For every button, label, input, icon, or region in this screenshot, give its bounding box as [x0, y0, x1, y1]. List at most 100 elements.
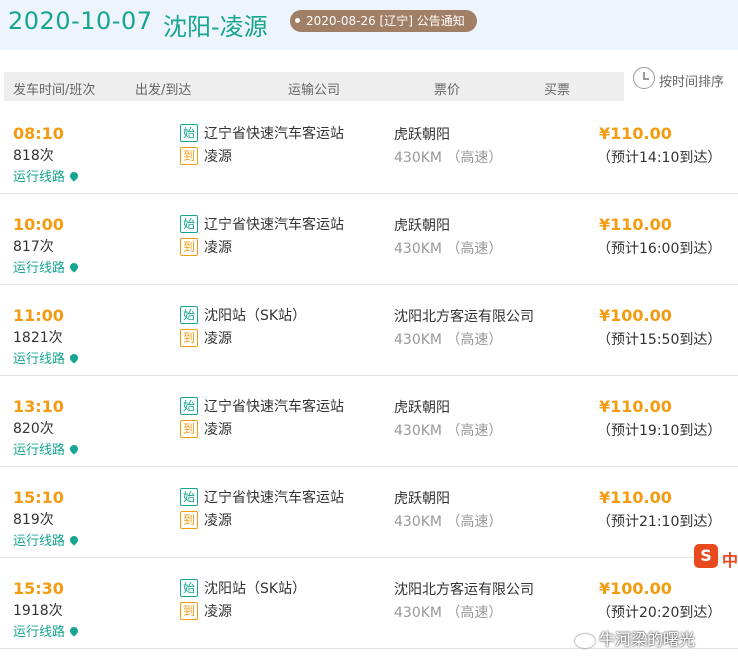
origin-station-name: 辽宁省快速汽车客运站 [204, 490, 344, 506]
origin-station: 始沈阳站（SK站） [180, 578, 306, 598]
route-title: 沈阳-凌源 [163, 13, 268, 41]
page-header: 2020-10-07 沈阳-凌源 2020-08-26 [辽宁] 公告通知 [0, 0, 738, 50]
origin-station: 始辽宁省快速汽车客运站 [180, 487, 344, 507]
location-pin-icon [68, 443, 80, 455]
destination-station: 到凌源 [180, 601, 232, 621]
destination-station: 到凌源 [180, 510, 232, 530]
destination-station-name: 凌源 [204, 149, 232, 165]
location-pin-icon [68, 534, 80, 546]
origin-station: 始沈阳站（SK站） [180, 305, 306, 325]
origin-station: 始辽宁省快速汽车客运站 [180, 396, 344, 416]
destination-station-name: 凌源 [204, 604, 232, 620]
estimated-arrival: （预计16:00到达） [597, 241, 722, 257]
destination-station: 到凌源 [180, 328, 232, 348]
ticket-price[interactable]: ¥100.00 [599, 306, 672, 325]
estimated-arrival: （预计19:10到达） [597, 423, 722, 439]
table-header: 发车时间/班次 出发/到达 运输公司 票价 买票 [4, 72, 624, 101]
start-tag: 始 [180, 215, 198, 233]
col-company-header: 运输公司 [288, 83, 341, 98]
distance: 430KM （高速） [394, 241, 503, 257]
ticket-price[interactable]: ¥110.00 [599, 215, 672, 234]
ime-language-indicator[interactable]: 中 [722, 547, 738, 571]
distance: 430KM （高速） [394, 423, 503, 439]
location-pin-icon [68, 625, 80, 637]
schedule-row[interactable]: 11:00 1821次 运行线路 始沈阳站（SK站） 到凌源 沈阳北方客运有限公司 430K… [0, 285, 738, 376]
estimated-arrival: （预计21:10到达） [597, 514, 722, 530]
end-tag: 到 [180, 420, 198, 438]
start-tag: 始 [180, 488, 198, 506]
route-link-label: 运行线路 [13, 625, 66, 640]
travel-date: 2020-10-07 [8, 7, 153, 35]
route-link-label: 运行线路 [13, 443, 66, 458]
origin-station-name: 辽宁省快速汽车客运站 [204, 217, 344, 233]
end-tag: 到 [180, 602, 198, 620]
trip-code: 1918次 [13, 603, 63, 619]
start-tag: 始 [180, 306, 198, 324]
departure-time: 15:10 [13, 488, 64, 507]
col-stations-header: 出发/到达 [135, 83, 192, 98]
destination-station: 到凌源 [180, 237, 232, 257]
destination-station: 到凌源 [180, 419, 232, 439]
origin-station-name: 沈阳站（SK站） [204, 308, 307, 324]
route-link-label: 运行线路 [13, 170, 66, 185]
route-link[interactable]: 运行线路 [13, 257, 80, 276]
schedule-row[interactable]: 15:10 819次 运行线路 始辽宁省快速汽车客运站到凌源 虎跃朝阳 430KM （高速… [0, 467, 738, 558]
trip-code: 820次 [13, 421, 54, 437]
schedule-row[interactable]: 10:00 817次 运行线路 始辽宁省快速汽车客运站到凌源 虎跃朝阳 430KM （高速… [0, 194, 738, 285]
route-link[interactable]: 运行线路 [13, 348, 80, 367]
ticket-price[interactable]: ¥100.00 [599, 579, 672, 598]
destination-station-name: 凌源 [204, 513, 232, 529]
wechat-icon [575, 633, 595, 648]
destination-station-name: 凌源 [204, 331, 232, 347]
start-tag: 始 [180, 579, 198, 597]
schedule-row[interactable]: 08:10 818次 运行线路 始辽宁省快速汽车客运站到凌源 虎跃朝阳 430KM （高速… [0, 103, 738, 194]
estimated-arrival: （预计14:10到达） [597, 150, 722, 166]
ticket-price[interactable]: ¥110.00 [599, 124, 672, 143]
ticket-price[interactable]: ¥110.00 [599, 397, 672, 416]
location-pin-icon [68, 170, 80, 182]
start-tag: 始 [180, 124, 198, 142]
transport-company: 沈阳北方客运有限公司 [394, 309, 534, 325]
col-buy-header: 买票 [544, 83, 571, 98]
transport-company: 虎跃朝阳 [394, 400, 450, 416]
destination-station-name: 凌源 [204, 240, 232, 256]
end-tag: 到 [180, 511, 198, 529]
distance: 430KM （高速） [394, 150, 503, 166]
route-link[interactable]: 运行线路 [13, 621, 80, 640]
origin-station-name: 沈阳站（SK站） [204, 581, 307, 597]
trip-code: 817次 [13, 239, 54, 255]
ticket-price[interactable]: ¥110.00 [599, 488, 672, 507]
departure-time: 15:30 [13, 579, 64, 598]
route-link[interactable]: 运行线路 [13, 439, 80, 458]
trip-code: 818次 [13, 148, 54, 164]
end-tag: 到 [180, 147, 198, 165]
route-link-label: 运行线路 [13, 352, 66, 367]
departure-time: 11:00 [13, 306, 64, 325]
route-link-label: 运行线路 [13, 534, 66, 549]
origin-station-name: 辽宁省快速汽车客运站 [204, 126, 344, 142]
schedule-row[interactable]: 13:10 820次 运行线路 始辽宁省快速汽车客运站到凌源 虎跃朝阳 430KM （高速… [0, 376, 738, 467]
location-pin-icon [68, 352, 80, 364]
distance: 430KM （高速） [394, 332, 503, 348]
ime-logo-icon[interactable]: S [694, 544, 718, 568]
notice-badge[interactable]: 2020-08-26 [辽宁] 公告通知 [290, 10, 477, 32]
clock-icon [633, 67, 655, 89]
route-link[interactable]: 运行线路 [13, 530, 80, 549]
route-link[interactable]: 运行线路 [13, 166, 80, 185]
estimated-arrival: （预计15:50到达） [597, 332, 722, 348]
sort-label: 按时间排序 [659, 75, 725, 90]
estimated-arrival: （预计20:20到达） [597, 605, 722, 621]
destination-station: 到凌源 [180, 146, 232, 166]
transport-company: 沈阳北方客运有限公司 [394, 582, 534, 598]
watermark: 牛河梁的曙光 [575, 626, 695, 650]
origin-station: 始辽宁省快速汽车客运站 [180, 214, 344, 234]
destination-station-name: 凌源 [204, 422, 232, 438]
distance: 430KM （高速） [394, 514, 503, 530]
transport-company: 虎跃朝阳 [394, 127, 450, 143]
departure-time: 08:10 [13, 124, 64, 143]
transport-company: 虎跃朝阳 [394, 491, 450, 507]
watermark-text: 牛河梁的曙光 [599, 630, 696, 649]
trip-code: 819次 [13, 512, 54, 528]
distance: 430KM （高速） [394, 605, 503, 621]
start-tag: 始 [180, 397, 198, 415]
